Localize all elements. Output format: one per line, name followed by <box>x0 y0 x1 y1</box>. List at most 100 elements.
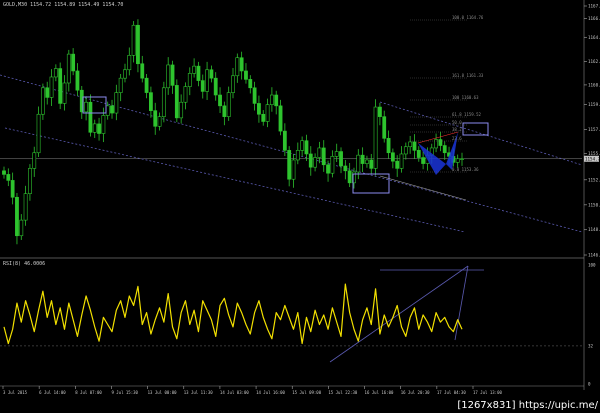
candle-body <box>97 123 101 134</box>
candle-body <box>45 87 50 98</box>
fib-level-label: 61.8 1159.52 <box>452 112 481 117</box>
candle-body <box>356 154 361 173</box>
price-tick-label: 1162.80 <box>588 59 600 64</box>
candle-body <box>144 77 149 93</box>
candle-body <box>32 152 37 169</box>
candle-body <box>161 87 166 117</box>
candle-body <box>365 159 369 164</box>
time-tick-label: 8 Jul 07:00 <box>75 390 102 395</box>
trend-line-support <box>379 175 467 201</box>
candle-body <box>434 139 438 149</box>
fib-level-label: 100.0 1164.76 <box>452 15 484 20</box>
rsi-series-line <box>3 283 463 345</box>
candle-body <box>75 70 80 91</box>
candle-body <box>187 73 192 87</box>
symbol-header: GOLD,M30 1154.72 1154.89 1154.49 1154.70 <box>3 2 123 8</box>
quote-values: 1154.72 1154.89 1154.49 1154.70 <box>30 2 124 8</box>
price-tick-label: 1155.15 <box>588 151 600 156</box>
candle-body <box>438 139 443 146</box>
candle-body <box>257 103 261 115</box>
time-tick-label: 17 Jul 04:30 <box>437 390 466 395</box>
candle-body <box>291 159 296 180</box>
candle-body <box>105 105 110 116</box>
fib-level-label: 50.0 <box>452 120 462 125</box>
candle-body <box>231 75 235 93</box>
candle-body <box>183 86 188 103</box>
candle-body <box>123 69 127 79</box>
candle-body <box>321 147 326 166</box>
candle-body <box>49 76 54 98</box>
candle-body <box>244 70 248 80</box>
time-tick-label: 15 Jul 09:00 <box>292 390 321 395</box>
candle-body <box>62 82 67 104</box>
candle-body <box>200 80 205 92</box>
candle-body <box>84 101 88 113</box>
candle-body <box>395 160 400 169</box>
candle-body <box>382 116 387 139</box>
trend-line-recent <box>379 101 583 166</box>
time-tick-label: 6 Jul 14:00 <box>39 390 66 395</box>
candle-body <box>213 77 218 96</box>
price-tick-label: 1160.84 <box>588 82 600 87</box>
candle-body <box>235 57 240 77</box>
symbol-label: GOLD,M30 <box>3 2 28 8</box>
candle-body <box>218 94 222 107</box>
candle-body <box>23 193 28 221</box>
candle-body <box>140 63 145 79</box>
candle-body <box>416 150 421 158</box>
candle-body <box>360 154 365 164</box>
candle-body <box>282 130 287 151</box>
candle-body <box>205 69 209 92</box>
time-tick-label: 16 Jul 20:30 <box>401 390 430 395</box>
candle-body <box>403 146 408 155</box>
candle-body <box>88 101 93 133</box>
time-tick-label: 13 Jul 11:30 <box>184 390 213 395</box>
candle-body <box>326 164 330 174</box>
candle-body <box>131 24 136 56</box>
candle-body <box>149 92 153 111</box>
rsi-tick-label: 100 <box>588 263 596 268</box>
price-tick-label: 1164.80 <box>588 35 600 40</box>
candle-body <box>347 170 352 184</box>
candle-body <box>66 53 71 84</box>
candle-body <box>174 85 179 119</box>
time-tick-label: 14 Jul 03:00 <box>220 390 249 395</box>
candle-body <box>386 138 391 154</box>
candle-body <box>343 165 348 172</box>
candle-body <box>6 174 11 181</box>
candle-body <box>28 168 32 194</box>
candle-body <box>157 116 162 127</box>
price-tick-label: 1150.87 <box>588 202 600 207</box>
candle-body <box>136 24 140 65</box>
candle-body <box>15 196 19 237</box>
chart-canvas[interactable]: 100.0 1164.76 161.8 1161.33 100 1160.63 61.… <box>0 0 600 413</box>
candle-body <box>300 140 305 151</box>
candle-body <box>71 53 76 72</box>
price-tick-label: 1159.20 <box>588 102 600 107</box>
time-tick-label: 14 Jul 16:00 <box>256 390 285 395</box>
candle-body <box>153 110 158 127</box>
trend-line-lower-long <box>4 127 466 233</box>
candle-body <box>261 113 266 122</box>
time-tick-label: 15 Jul 22:30 <box>328 390 357 395</box>
candle-body <box>287 150 292 180</box>
candle-body <box>373 106 378 169</box>
time-tick-label: 9 Jul 15:30 <box>111 390 138 395</box>
candle-body <box>265 104 270 122</box>
current-price-label: 1154.70 <box>585 156 600 161</box>
candle-body <box>118 77 123 93</box>
candle-body <box>408 141 413 148</box>
fib-level-label: 23.6 <box>452 136 462 141</box>
candle-body <box>110 105 114 114</box>
candle-body <box>455 158 460 163</box>
candle-body <box>114 92 119 114</box>
candle-body <box>209 69 214 79</box>
candle-body <box>222 105 227 117</box>
candle-body <box>40 87 45 115</box>
candle-body <box>460 158 464 160</box>
candle-body <box>252 87 257 104</box>
candle-body <box>304 140 309 155</box>
candle-body <box>127 55 132 71</box>
fib-level-label: 161.8 1161.33 <box>452 73 484 78</box>
candle-body <box>226 92 231 117</box>
